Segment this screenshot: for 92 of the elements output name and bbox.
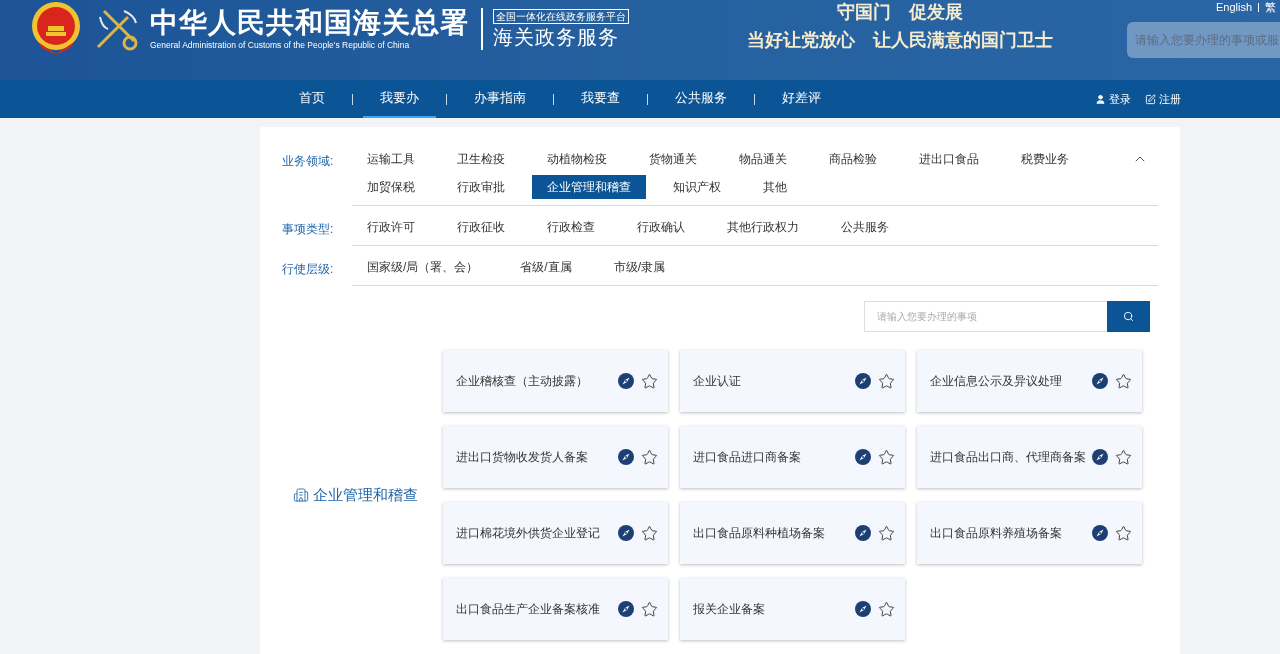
service-name: 企业认证 [693, 373, 742, 390]
building-icon [293, 487, 309, 503]
service-name: 进口食品进口商备案 [693, 449, 802, 466]
star-icon[interactable] [878, 600, 895, 618]
filter-option[interactable]: 动植物检疫 [532, 147, 622, 171]
service-name: 报关企业备案 [693, 601, 766, 618]
star-icon[interactable] [1115, 524, 1132, 542]
filter-option[interactable]: 加贸保税 [352, 175, 430, 199]
service-card[interactable]: 出口食品原料种植场备案 [680, 502, 905, 564]
filter-option[interactable]: 行政检查 [532, 215, 610, 239]
slogan: 当好让党放心 让人民满意的国门卫士 [747, 29, 1053, 52]
compass-icon[interactable] [1092, 525, 1108, 541]
star-icon[interactable] [641, 524, 658, 542]
nav-tab[interactable]: 我要查 [564, 80, 637, 118]
login-link[interactable]: 登录 [1095, 90, 1131, 108]
service-name: 企业稽核查（主动披露） [456, 373, 589, 390]
language-link[interactable]: 繁 [1265, 1, 1276, 14]
user-icon [1095, 93, 1106, 105]
compass-icon[interactable] [855, 601, 871, 617]
star-icon[interactable] [878, 448, 895, 466]
compass-icon[interactable] [855, 373, 871, 389]
service-name: 进出口货物收发货人备案 [456, 449, 589, 466]
nav-tab[interactable]: 好差评 [765, 80, 838, 118]
filter-label: 行使层级: [282, 261, 335, 278]
filter-option[interactable]: 行政征收 [442, 215, 520, 239]
filter-option[interactable]: 行政许可 [352, 215, 430, 239]
compass-icon[interactable] [618, 601, 634, 617]
filter-option[interactable]: 行政确认 [622, 215, 700, 239]
star-icon[interactable] [1115, 372, 1132, 390]
filter-option[interactable]: 商品检验 [814, 147, 892, 171]
service-card[interactable]: 出口食品原料养殖场备案 [917, 502, 1142, 564]
service-name: 企业信息公示及异议处理 [930, 373, 1063, 390]
filter-option[interactable]: 知识产权 [658, 175, 736, 199]
filter-option[interactable]: 公共服务 [826, 215, 904, 239]
filter-label: 事项类型: [282, 221, 335, 238]
service-card[interactable]: 进口食品进口商备案 [680, 426, 905, 488]
service-name: 出口食品原料种植场备案 [693, 525, 826, 542]
filter-option[interactable]: 省级/直属 [505, 255, 587, 279]
register-link[interactable]: 注册 [1145, 90, 1181, 108]
service-card[interactable]: 进口食品出口商、代理商备案 [917, 426, 1142, 488]
compass-icon[interactable] [855, 525, 871, 541]
org-name-english: General Administration of Customs of the People's Republic of China [150, 39, 411, 51]
service-card[interactable]: 出口食品生产企业备案核准 [443, 578, 668, 640]
star-icon[interactable] [878, 372, 895, 390]
star-icon[interactable] [878, 524, 895, 542]
slogan-top: 守国门 促发展 [837, 1, 963, 24]
star-icon[interactable] [1115, 448, 1132, 466]
compass-icon[interactable] [1092, 449, 1108, 465]
filter-option[interactable]: 其他行政权力 [712, 215, 814, 239]
compass-icon[interactable] [618, 449, 634, 465]
filter-option[interactable]: 货物通关 [634, 147, 712, 171]
service-name: 进口棉花境外供货企业登记 [456, 525, 601, 542]
edit-icon [1145, 93, 1156, 105]
language-link[interactable]: English [1215, 1, 1252, 14]
service-card[interactable]: 进出口货物收发货人备案 [443, 426, 668, 488]
nav-tab[interactable]: 首页 [282, 80, 342, 118]
compass-icon[interactable] [618, 373, 634, 389]
service-card[interactable]: 报关企业备案 [680, 578, 905, 640]
platform-badge: 全国一体化在线政务服务平台 [493, 8, 629, 24]
compass-icon[interactable] [1092, 373, 1108, 389]
item-search-field[interactable]: 请输入您要办理的事项 [864, 301, 1107, 332]
filter-option[interactable]: 企业管理和稽查 [532, 175, 646, 199]
service-card[interactable]: 进口棉花境外供货企业登记 [443, 502, 668, 564]
star-icon[interactable] [641, 372, 658, 390]
service-name: 出口食品原料养殖场备案 [930, 525, 1063, 542]
service-name: 进口食品出口商、代理商备案 [930, 449, 1087, 466]
filter-option[interactable]: 市级/隶属 [598, 255, 681, 279]
key-emblem-icon [94, 7, 140, 51]
org-name: 中华人民共和国海关总署 [150, 7, 469, 39]
compass-icon[interactable] [618, 525, 634, 541]
filter-option[interactable]: 其他 [748, 175, 802, 199]
nav-tab[interactable]: 我要办 [363, 80, 436, 118]
filter-option[interactable]: 物品通关 [724, 147, 802, 171]
service-name: 出口食品生产企业备案核准 [456, 601, 601, 618]
star-icon[interactable] [641, 600, 658, 618]
filter-label: 业务领域: [282, 153, 335, 170]
star-icon[interactable] [641, 448, 658, 466]
service-card[interactable]: 企业信息公示及异议处理 [917, 350, 1142, 412]
filter-option[interactable]: 行政审批 [442, 175, 520, 199]
filter-option[interactable]: 税费业务 [1006, 147, 1084, 171]
service-card[interactable]: 企业认证 [680, 350, 905, 412]
nav-tab[interactable]: 公共服务 [658, 80, 744, 118]
filter-option[interactable]: 运输工具 [352, 147, 430, 171]
service-card[interactable]: 企业稽核查（主动披露） [443, 350, 668, 412]
filter-option[interactable]: 卫生检疫 [442, 147, 520, 171]
search-icon [1123, 311, 1134, 322]
compass-icon[interactable] [855, 449, 871, 465]
filter-option[interactable]: 国家级/局（署、会） [352, 255, 494, 279]
filter-option[interactable]: 进出口食品 [904, 147, 994, 171]
category-title: 企业管理和稽查 [293, 483, 418, 507]
nav-tab[interactable]: 办事指南 [457, 80, 543, 118]
service-name: 海关政务服务 [493, 24, 619, 50]
